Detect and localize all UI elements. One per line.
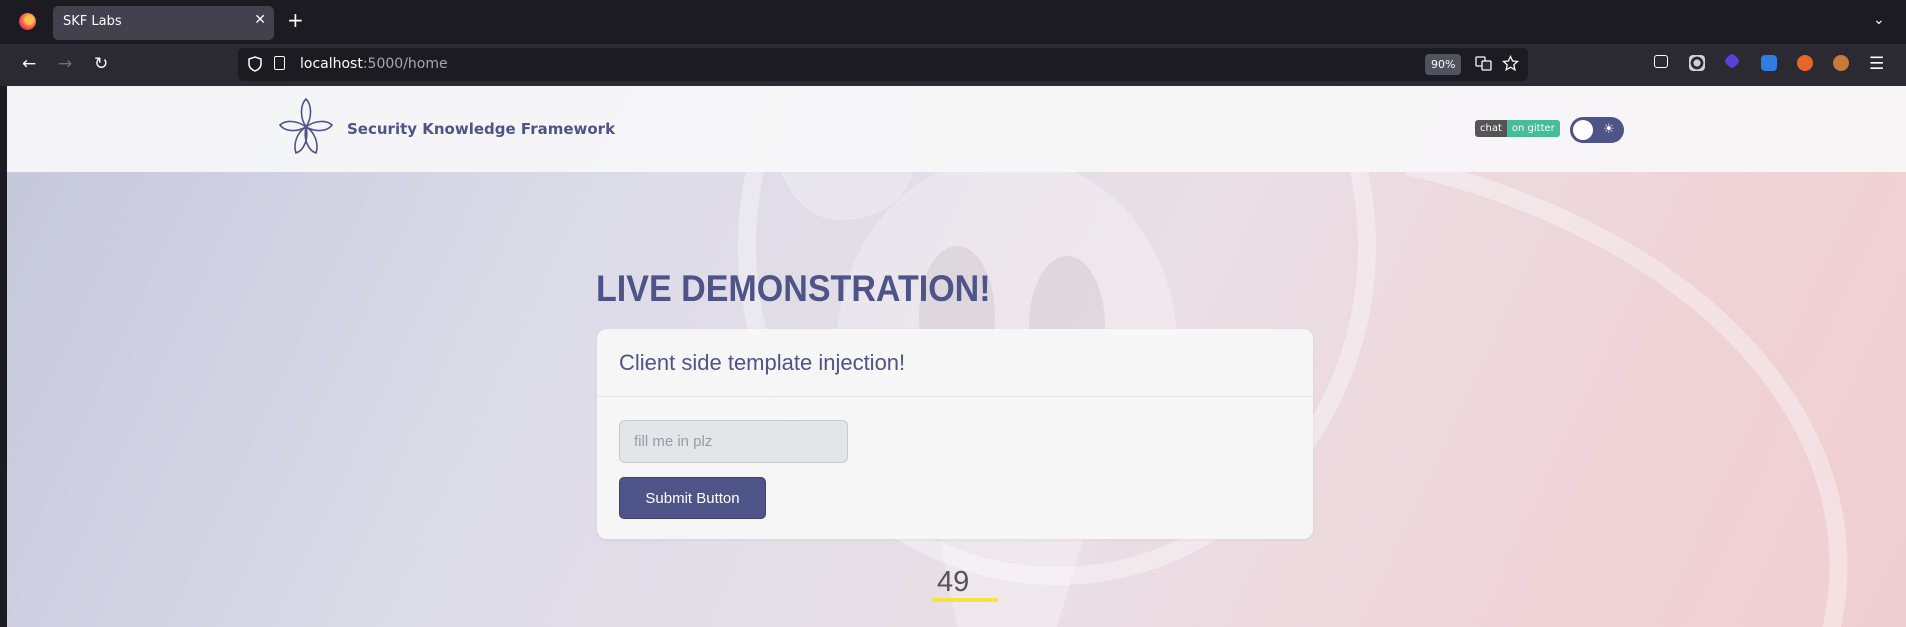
- extension-fox-icon[interactable]: [1797, 55, 1813, 71]
- tab-title: SKF Labs: [63, 14, 122, 29]
- forward-button[interactable]: →: [58, 54, 72, 74]
- browser-nav-bar: ← → ↻ localhost:5000/home 90% ☰: [0, 44, 1906, 86]
- url-host: localhost: [300, 56, 363, 72]
- pocket-icon[interactable]: [1654, 55, 1668, 68]
- tracking-protection-shield-icon[interactable]: [248, 56, 262, 72]
- page-viewport: Security Knowledge Framework chat on git…: [7, 86, 1906, 627]
- extension-layers-icon[interactable]: [1723, 52, 1741, 70]
- gitter-chat-badge[interactable]: chat on gitter: [1475, 120, 1560, 137]
- reload-button[interactable]: ↻: [94, 54, 108, 74]
- url-text[interactable]: localhost:5000/home: [300, 56, 448, 72]
- sun-icon: ☀: [1603, 122, 1615, 137]
- back-button[interactable]: ←: [22, 54, 36, 74]
- url-path: :5000/home: [362, 56, 448, 72]
- gitter-badge-value: on gitter: [1506, 120, 1560, 137]
- demo-card: Client side template injection! Submit B…: [597, 329, 1313, 539]
- submit-button[interactable]: Submit Button: [619, 477, 766, 519]
- translate-icon[interactable]: [1475, 55, 1492, 72]
- result-highlight-underline: [932, 598, 998, 602]
- app-menu-button[interactable]: ☰: [1869, 54, 1884, 74]
- card-title: Client side template injection!: [619, 350, 906, 375]
- skf-flower-logo-icon[interactable]: [279, 98, 333, 156]
- zoom-level-badge[interactable]: 90%: [1425, 54, 1462, 75]
- bookmark-star-icon[interactable]: [1502, 55, 1519, 72]
- page-heading: LIVE DEMONSTRATION!: [596, 268, 991, 309]
- extension-cookie-icon[interactable]: [1833, 55, 1849, 71]
- list-all-tabs-icon[interactable]: ⌄: [1873, 12, 1885, 28]
- theme-toggle-switch[interactable]: ☀: [1570, 117, 1624, 143]
- browser-tab-active[interactable]: SKF Labs ✕: [53, 6, 274, 40]
- firefox-logo-icon: [19, 13, 36, 30]
- browser-tab-bar: SKF Labs ✕ + ⌄: [0, 0, 1906, 44]
- extension-translate-icon[interactable]: [1761, 55, 1777, 71]
- template-input-field[interactable]: [619, 420, 848, 463]
- site-header: Security Knowledge Framework chat on git…: [7, 86, 1906, 172]
- extension-glasses-icon[interactable]: [1689, 55, 1705, 71]
- evaluated-result: 49: [937, 566, 970, 598]
- gitter-badge-label: chat: [1475, 120, 1507, 137]
- url-bar[interactable]: localhost:5000/home 90%: [238, 48, 1528, 81]
- card-header: Client side template injection!: [597, 329, 1313, 397]
- tab-close-icon[interactable]: ✕: [254, 12, 266, 28]
- site-title[interactable]: Security Knowledge Framework: [347, 120, 615, 138]
- toggle-knob: [1573, 120, 1593, 140]
- page-info-icon[interactable]: [274, 56, 285, 70]
- new-tab-button[interactable]: +: [287, 8, 304, 32]
